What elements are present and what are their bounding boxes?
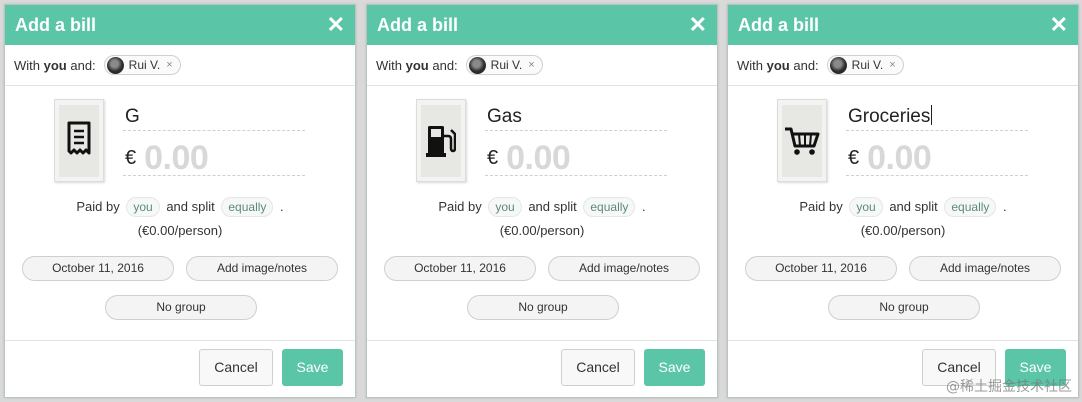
participant-name: Rui V. <box>490 58 523 72</box>
participant-chip[interactable]: Rui V. × <box>103 55 181 75</box>
description-input[interactable]: G <box>123 104 305 131</box>
cancel-button[interactable]: Cancel <box>199 349 273 386</box>
per-person-amount: (€0.00/person) <box>137 223 223 238</box>
save-button[interactable]: Save <box>644 349 705 386</box>
gas-pump-icon <box>426 125 456 157</box>
close-icon[interactable]: ✕ <box>327 14 345 36</box>
paid-by-label: Paid by <box>76 199 120 214</box>
participants-row: With you and: Rui V. × <box>367 45 717 86</box>
amount-field[interactable]: € 0.00 <box>846 139 1028 178</box>
add-notes-button[interactable]: Add image/notes <box>909 256 1061 281</box>
payer-selector[interactable]: you <box>488 197 522 217</box>
payer-selector[interactable]: you <box>849 197 883 217</box>
per-person-amount: (€0.00/person) <box>860 223 946 238</box>
participant-chip[interactable]: Rui V. × <box>465 55 543 75</box>
dialog-footer: Cancel Save <box>367 341 717 397</box>
group-button[interactable]: No group <box>105 295 257 320</box>
date-button[interactable]: October 11, 2016 <box>745 256 897 281</box>
avatar <box>106 56 124 74</box>
group-button[interactable]: No group <box>467 295 619 320</box>
avatar <box>829 56 847 74</box>
amount-input[interactable]: 0.00 <box>144 139 209 178</box>
shopping-cart-icon <box>785 127 820 155</box>
per-person-amount: (€0.00/person) <box>499 223 585 238</box>
participant-name: Rui V. <box>128 58 161 72</box>
dialog-body: Groceries € 0.00 Paid by you and split e… <box>728 86 1078 341</box>
currency-symbol: € <box>487 147 499 169</box>
dialog-titlebar: Add a bill ✕ <box>728 5 1078 45</box>
add-bill-dialog: Add a bill ✕ With you and: Rui V. × Groc… <box>727 4 1079 398</box>
paid-by-line: Paid by you and split equally . <box>5 197 355 217</box>
with-label: With you and: <box>376 57 458 73</box>
participants-row: With you and: Rui V. × <box>728 45 1078 86</box>
dialog-footer: Cancel Save <box>5 341 355 397</box>
paid-by-line: Paid by you and split equally . <box>367 197 717 217</box>
currency-symbol: € <box>848 147 860 169</box>
remove-participant-icon[interactable]: × <box>528 59 534 71</box>
remove-participant-icon[interactable]: × <box>166 59 172 71</box>
description-input[interactable]: Gas <box>485 104 667 131</box>
paid-by-line: Paid by you and split equally . <box>728 197 1078 217</box>
participant-chip[interactable]: Rui V. × <box>826 55 904 75</box>
add-bill-dialog: Add a bill ✕ With you and: Rui V. × G € … <box>4 4 356 398</box>
payer-selector[interactable]: you <box>126 197 160 217</box>
participant-name: Rui V. <box>851 58 884 72</box>
split-period: . <box>1003 199 1007 214</box>
split-selector[interactable]: equally <box>221 197 274 217</box>
cancel-button[interactable]: Cancel <box>561 349 635 386</box>
split-selector[interactable]: equally <box>583 197 636 217</box>
dialog-title: Add a bill <box>15 14 96 35</box>
dialog-titlebar: Add a bill ✕ <box>367 5 717 45</box>
remove-participant-icon[interactable]: × <box>889 59 895 71</box>
watermark: @稀土掘金技术社区 <box>946 379 1072 395</box>
save-button[interactable]: Save <box>282 349 343 386</box>
paid-by-label: Paid by <box>799 199 843 214</box>
dialog-titlebar: Add a bill ✕ <box>5 5 355 45</box>
category-button[interactable] <box>416 99 466 182</box>
with-label: With you and: <box>14 57 96 73</box>
add-notes-button[interactable]: Add image/notes <box>186 256 338 281</box>
dialog-body: Gas € 0.00 Paid by you and split equally… <box>367 86 717 341</box>
split-period: . <box>642 199 646 214</box>
amount-input[interactable]: 0.00 <box>506 139 571 178</box>
add-bill-dialog: Add a bill ✕ With you and: Rui V. × Gas … <box>366 4 718 398</box>
text-caret <box>931 105 933 125</box>
date-button[interactable]: October 11, 2016 <box>384 256 536 281</box>
description-input[interactable]: Groceries <box>846 104 1028 131</box>
split-period: . <box>280 199 284 214</box>
category-button[interactable] <box>777 99 827 182</box>
close-icon[interactable]: ✕ <box>1050 14 1068 36</box>
split-label: and split <box>528 199 577 214</box>
amount-field[interactable]: € 0.00 <box>123 139 305 178</box>
currency-symbol: € <box>125 147 137 169</box>
category-button[interactable] <box>54 99 104 182</box>
dialog-title: Add a bill <box>377 14 458 35</box>
avatar <box>468 56 486 74</box>
split-selector[interactable]: equally <box>944 197 997 217</box>
dialog-body: G € 0.00 Paid by you and split equally .… <box>5 86 355 341</box>
add-notes-button[interactable]: Add image/notes <box>548 256 700 281</box>
dialog-title: Add a bill <box>738 14 819 35</box>
paid-by-label: Paid by <box>438 199 482 214</box>
split-label: and split <box>166 199 215 214</box>
amount-input[interactable]: 0.00 <box>867 139 932 178</box>
receipt-icon <box>67 121 91 154</box>
with-label: With you and: <box>737 57 819 73</box>
participants-row: With you and: Rui V. × <box>5 45 355 86</box>
amount-field[interactable]: € 0.00 <box>485 139 667 178</box>
close-icon[interactable]: ✕ <box>689 14 707 36</box>
group-button[interactable]: No group <box>828 295 980 320</box>
date-button[interactable]: October 11, 2016 <box>22 256 174 281</box>
split-label: and split <box>889 199 938 214</box>
